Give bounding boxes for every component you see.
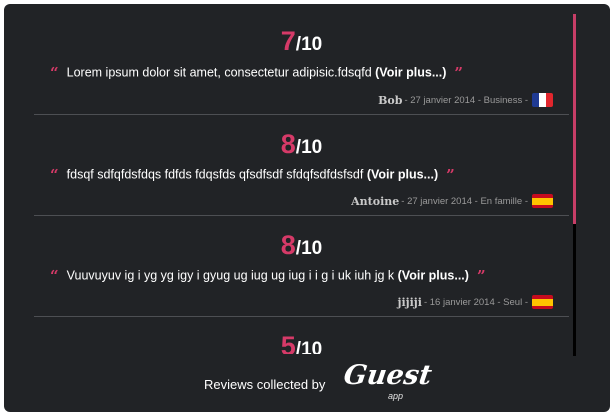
review-score: 5/10 (34, 331, 569, 354)
score-value: 8 (280, 129, 296, 159)
review-details: - 27 janvier 2014 - Business - (404, 94, 528, 106)
review-details: - 16 janvier 2014 - Seul - (423, 296, 528, 308)
read-more-link[interactable]: (Voir plus...) (398, 268, 469, 282)
france-flag-icon (532, 93, 553, 107)
open-quote-icon: “ (50, 166, 59, 184)
score-scale: /10 (295, 137, 323, 158)
close-quote-icon: ” (446, 166, 455, 184)
close-quote-icon: ” (454, 64, 464, 82)
score-scale: /10 (295, 339, 323, 354)
score-scale: /10 (295, 34, 323, 55)
close-quote-icon: ” (476, 267, 486, 285)
review-author: Antoine (351, 194, 400, 208)
logo-word: Guest (341, 360, 434, 391)
review-meta: Bob - 27 janvier 2014 - Business - (378, 93, 553, 107)
review-item: 8/10 “ fdsqf sdfqfdsfdqs fdfds fdqsfds qf… (34, 115, 569, 216)
score-value: 8 (280, 230, 296, 260)
footer-text: Reviews collected by (204, 377, 326, 392)
score-scale: /10 (295, 238, 323, 259)
spain-flag-icon (532, 295, 553, 309)
review-author: Bob (378, 93, 403, 107)
review-text: Vuuvuyuv ig i yg yg igy i gyug ug iug ug… (66, 268, 395, 283)
review-score: 7/10 (34, 26, 569, 57)
logo-sub: app (388, 391, 404, 401)
review-meta: jijiji - 16 janvier 2014 - Seul - (397, 295, 553, 309)
review-text-row: “ fdsqf sdfqfdsfdqs fdfds fdqsfds qfsdfsd… (34, 166, 569, 184)
scrollbar[interactable] (573, 14, 576, 356)
read-more-link[interactable]: (Voir plus...) (367, 167, 438, 181)
open-quote-icon: “ (50, 64, 59, 82)
review-meta: Antoine - 27 janvier 2014 - En famille - (351, 194, 553, 208)
score-value: 5 (280, 331, 296, 354)
read-more-link[interactable]: (Voir plus...) (375, 65, 446, 79)
review-score: 8/10 (34, 129, 569, 160)
review-item: 8/10 “ Vuuvuyuv ig i yg yg igy i gyug ug … (34, 216, 569, 317)
review-author: jijiji (397, 295, 422, 309)
guestapp-logo[interactable]: Guest app (341, 360, 434, 401)
reviews-list[interactable]: 7/10 “ Lorem ipsum dolor sit amet, consec… (4, 4, 574, 354)
review-details: - 27 janvier 2014 - En famille - (401, 195, 528, 207)
reviews-widget: 7/10 “ Lorem ipsum dolor sit amet, consec… (4, 4, 610, 412)
footer: Reviews collected by Guest app (4, 356, 610, 412)
review-text: fdsqf sdfqfdsfdqs fdfds fdqsfds qfsdfsdf… (66, 167, 364, 182)
review-item: 5/10 (34, 317, 569, 354)
review-text-row: “ Vuuvuyuv ig i yg yg igy i gyug ug iug u… (34, 267, 569, 285)
spain-flag-icon (532, 194, 553, 208)
review-item: 7/10 “ Lorem ipsum dolor sit amet, consec… (34, 4, 569, 115)
scrollbar-thumb[interactable] (573, 14, 576, 224)
review-score: 8/10 (34, 230, 569, 261)
score-value: 7 (280, 26, 296, 56)
open-quote-icon: “ (50, 267, 59, 285)
review-text: Lorem ipsum dolor sit amet, consectetur … (66, 65, 372, 80)
review-text-row: “ Lorem ipsum dolor sit amet, consectetur… (34, 64, 569, 82)
